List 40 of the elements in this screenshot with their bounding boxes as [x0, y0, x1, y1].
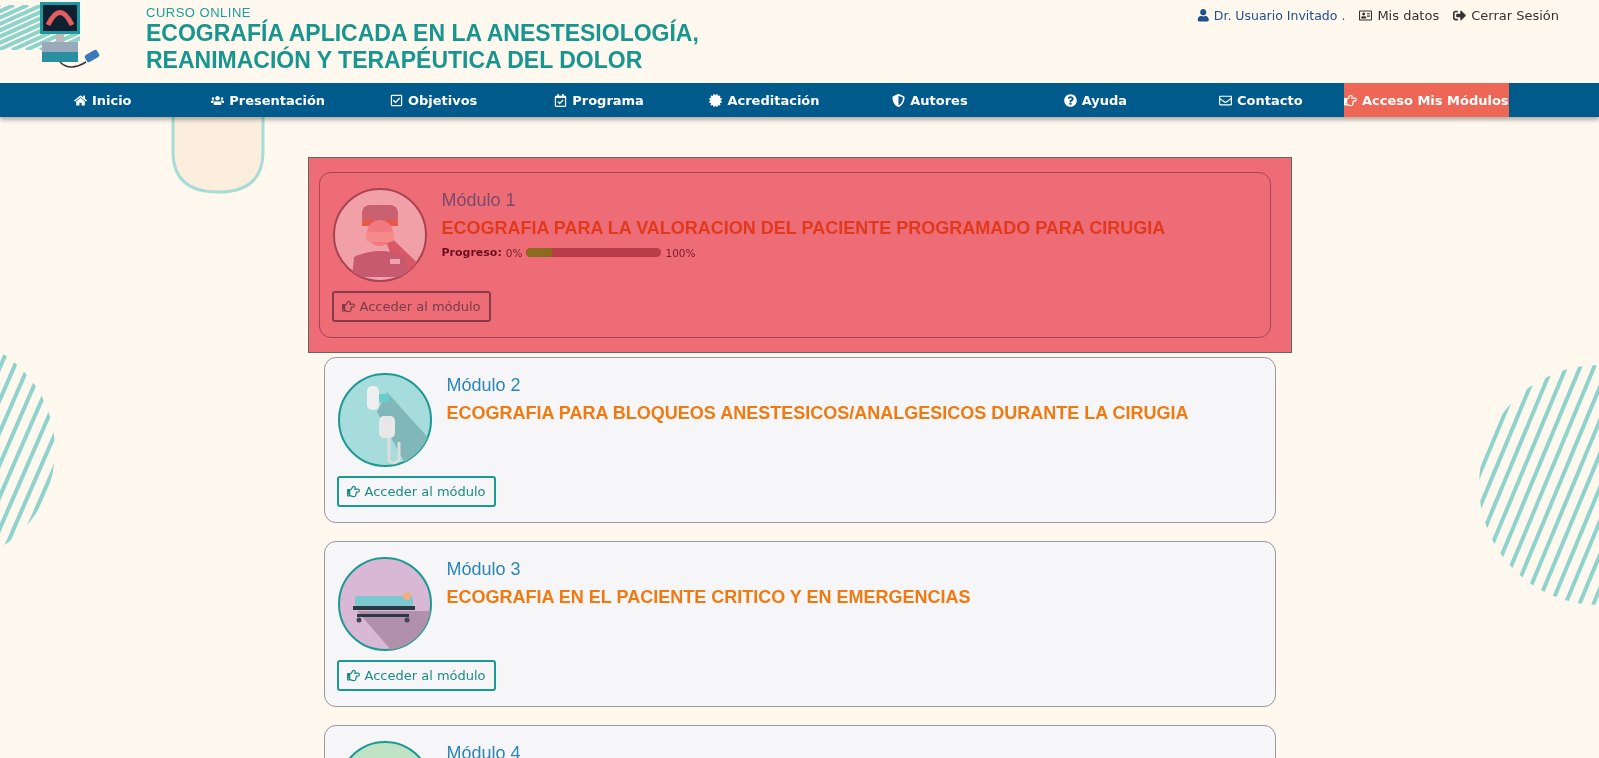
- nav-item[interactable]: Programa: [516, 83, 682, 117]
- access-module-button[interactable]: Acceder al módulo: [336, 660, 496, 691]
- nav-item[interactable]: Objetivos: [350, 83, 517, 117]
- nav-item[interactable]: Autores: [847, 83, 1013, 117]
- user-name: Dr. Usuario Invitado .: [1197, 8, 1346, 23]
- logout-icon: [1453, 9, 1467, 22]
- nav-item[interactable]: Contacto: [1178, 83, 1344, 117]
- module-label: Módulo 2: [446, 375, 522, 396]
- module-title: ECOGRAFIA PARA BLOQUEOS ANESTESICOS/ANALGESICOS DURANTE LA CIRUGIA: [446, 403, 1189, 424]
- pointing-hand-icon: [346, 485, 360, 498]
- module-label: Módulo 1: [441, 190, 517, 211]
- progress-max: 100%: [665, 246, 696, 259]
- user-icon: [1197, 9, 1210, 22]
- profile-link[interactable]: Mis datos: [1359, 8, 1440, 23]
- access-module-button[interactable]: Acceder al módulo: [336, 476, 496, 507]
- pointing-hand-icon: [341, 300, 355, 313]
- module-label: Módulo 3: [446, 559, 522, 580]
- nav-item[interactable]: Presentación: [185, 83, 351, 117]
- nav-item[interactable]: Ayuda: [1012, 83, 1179, 117]
- home-icon: [73, 93, 87, 107]
- logout-link[interactable]: Cerrar Sesión: [1453, 8, 1559, 23]
- mail-icon: [1219, 93, 1233, 107]
- course-title: ECOGRAFÍA APLICADA EN LA ANESTESIOLOGÍA,: [146, 20, 699, 46]
- badge-icon: [709, 93, 723, 107]
- help-icon: [1063, 93, 1077, 107]
- course-kicker: CURSO ONLINE: [146, 5, 251, 20]
- users-icon: [211, 93, 225, 107]
- course-title: REANIMACIÓN Y TERAPÉUTICA DEL DOLOR: [146, 47, 644, 74]
- pointing-hand-icon: [346, 669, 360, 682]
- shield-icon: [892, 93, 906, 107]
- id-card-icon: [1359, 9, 1373, 22]
- progress-label: Progreso:: [441, 246, 502, 259]
- nav-item[interactable]: Acreditación: [681, 83, 848, 117]
- nav-item[interactable]: Inicio: [20, 83, 186, 117]
- calendar-icon: [554, 93, 568, 107]
- progress-min: 0%: [505, 246, 523, 259]
- checkbox-icon: [389, 93, 403, 107]
- pointing-hand-icon: [1343, 93, 1357, 107]
- module-title: ECOGRAFIA PARA LA VALORACION DEL PACIENTE PROGRAMADO PARA CIRUGIA: [441, 218, 1166, 239]
- module-title: ECOGRAFIA EN EL PACIENTE CRITICO Y EN EMERGENCIAS: [446, 587, 971, 608]
